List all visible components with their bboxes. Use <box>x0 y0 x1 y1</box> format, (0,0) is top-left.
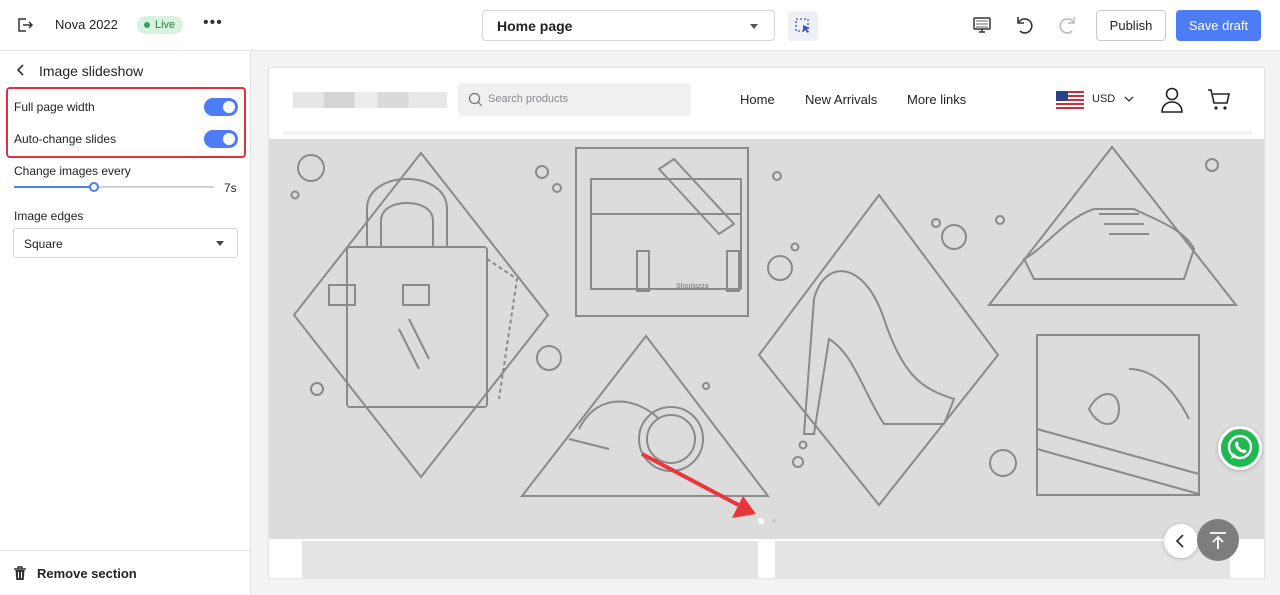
slide-brand-text: Shoplazza <box>676 283 709 290</box>
us-flag-icon[interactable] <box>1056 91 1084 109</box>
select-element-tool[interactable] <box>788 11 818 41</box>
sidebar-footer: Remove section <box>0 550 250 595</box>
image-edges-select[interactable]: Square <box>13 228 238 258</box>
interval-slider-fill <box>14 186 94 188</box>
slide-dot-1[interactable] <box>758 518 764 524</box>
thumbnail-1[interactable] <box>302 541 758 578</box>
interval-slider-handle[interactable] <box>89 182 99 192</box>
cart-icon[interactable] <box>1207 88 1231 112</box>
caret-down-icon <box>216 241 224 246</box>
exit-editor-icon[interactable] <box>16 16 34 34</box>
nav-link-home[interactable]: Home <box>740 92 775 107</box>
section-title: Image slideshow <box>39 63 144 79</box>
settings-sidebar: Image slideshow Full page width Auto-cha… <box>0 51 251 595</box>
page-selector-value: Home page <box>497 18 573 34</box>
interval-value: 7s <box>224 181 237 195</box>
arrow-up-icon <box>1210 532 1226 549</box>
chevron-left-icon <box>1175 534 1184 548</box>
nav-link-new-arrivals[interactable]: New Arrivals <box>805 92 877 107</box>
full-width-label: Full page width <box>14 100 95 114</box>
store-name: Nova 2022 <box>55 17 118 32</box>
slide-dot-2[interactable] <box>772 519 776 523</box>
auto-change-label: Auto-change slides <box>14 132 117 146</box>
annotation-arrow <box>641 452 756 518</box>
storefront-preview: Search products Home New Arrivals More l… <box>268 67 1265 579</box>
thumbnail-strip <box>269 541 1264 578</box>
chevron-left-icon[interactable] <box>14 63 28 77</box>
search-icon <box>468 92 483 107</box>
account-icon[interactable] <box>1160 87 1184 113</box>
full-width-toggle[interactable] <box>204 98 238 116</box>
live-status-badge: Live <box>137 16 184 34</box>
thumbnail-2[interactable] <box>775 541 1230 578</box>
image-edges-value: Square <box>24 237 63 251</box>
interval-label: Change images every <box>14 164 131 178</box>
header-divider <box>283 131 1252 135</box>
publish-button[interactable]: Publish <box>1096 10 1166 41</box>
editor-topbar: Nova 2022 Live ••• Home page Publish Sav… <box>0 0 1280 51</box>
currency-selector[interactable]: USD <box>1092 93 1115 105</box>
slide-illustration: Shoplazza <box>290 145 1239 507</box>
store-search-box[interactable]: Search products <box>458 83 691 116</box>
undo-icon[interactable] <box>1014 14 1036 36</box>
interval-slider[interactable] <box>14 182 214 192</box>
redo-icon[interactable] <box>1056 14 1078 36</box>
slide-prev-button[interactable] <box>1164 524 1198 558</box>
chevron-down-icon <box>1124 96 1134 102</box>
slideshow-slide[interactable]: Shoplazza <box>269 139 1264 539</box>
search-placeholder: Search products <box>488 93 569 105</box>
auto-change-toggle[interactable] <box>204 130 238 148</box>
image-edges-label: Image edges <box>14 209 84 223</box>
chevron-down-icon <box>750 24 758 29</box>
desktop-view-icon[interactable] <box>972 15 992 35</box>
back-to-top-button[interactable] <box>1197 519 1239 561</box>
whatsapp-icon <box>1227 434 1253 460</box>
more-options-icon[interactable]: ••• <box>203 14 223 32</box>
remove-section-button[interactable]: Remove section <box>37 566 137 581</box>
store-logo[interactable] <box>293 92 447 108</box>
trash-icon[interactable] <box>13 566 27 581</box>
save-draft-button[interactable]: Save draft <box>1176 10 1261 41</box>
page-selector[interactable]: Home page <box>482 10 775 41</box>
cursor-select-icon <box>795 18 810 33</box>
nav-link-more-links[interactable]: More links <box>907 92 966 107</box>
whatsapp-chat-button[interactable] <box>1218 426 1262 470</box>
